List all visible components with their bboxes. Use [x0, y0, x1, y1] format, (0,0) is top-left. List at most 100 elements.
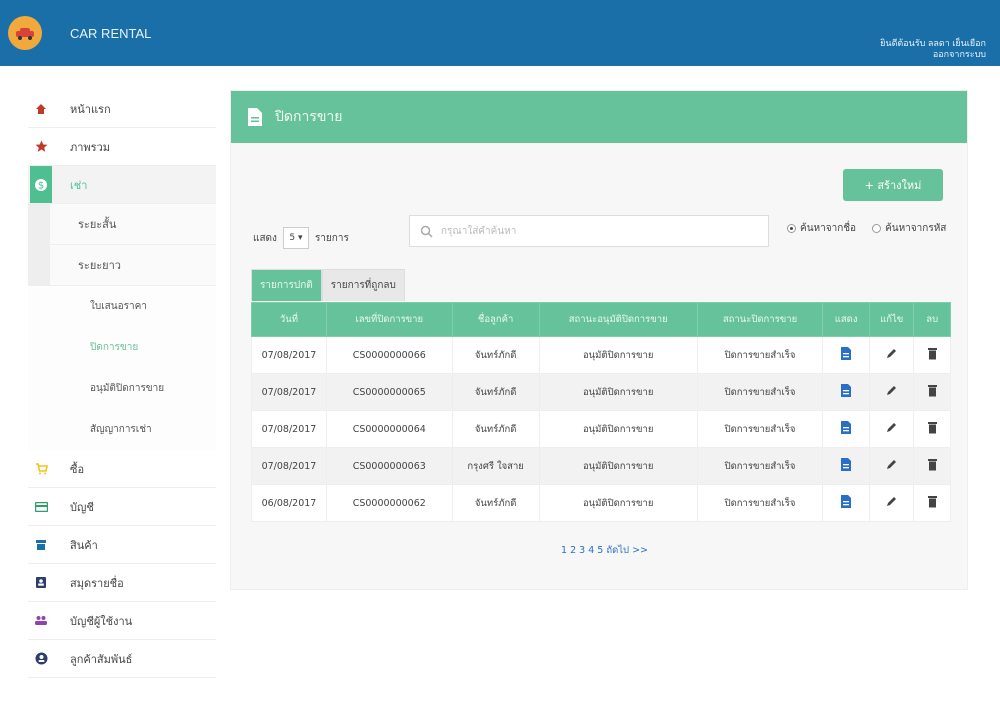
radio-label: ค้นหาจากรหัส: [885, 223, 947, 234]
logout-link[interactable]: ออกจากระบบ: [880, 49, 986, 60]
col-sale-status[interactable]: สถานะปิดการขาย: [696, 302, 824, 337]
pagination[interactable]: 1 2 3 4 5 ถัดไป >>: [561, 543, 648, 558]
cell-approve-status: อนุมัติปิดการขาย: [538, 336, 698, 374]
list-tabs: รายการปกติ รายการที่ถูกลบ: [251, 269, 405, 301]
sidebar-subitem-close-sale[interactable]: ปิดการขาย: [28, 327, 216, 368]
tab-normal[interactable]: รายการปกติ: [251, 269, 322, 301]
sidebar-subitem-short-term[interactable]: ระยะสั้น: [28, 204, 216, 245]
view-document-icon[interactable]: [822, 484, 870, 522]
cell-date: 07/08/2017: [251, 410, 327, 448]
cell-sale-status: ปิดการขายสำเร็จ: [696, 373, 824, 411]
col-sale-no[interactable]: เลขที่ปิดการขาย: [325, 302, 453, 337]
sidebar-subitem-rental-contract[interactable]: สัญญาการเช่า: [28, 409, 216, 450]
cell-customer: จันทร์ภักดี: [451, 410, 540, 448]
sidebar-item-label: หน้าแรก: [70, 103, 111, 116]
cell-approve-status: อนุมัติปิดการขาย: [538, 447, 698, 485]
table-row: 07/08/2017 CS0000000064 จันทร์ภักดี อนุม…: [251, 410, 951, 448]
col-customer[interactable]: ชื่อลูกค้า: [451, 302, 540, 337]
radio-search-by-name[interactable]: ค้นหาจากชื่อ: [787, 221, 856, 236]
radio-dot: [787, 224, 796, 233]
table-row: 06/08/2017 CS0000000062 จันทร์ภักดี อนุม…: [251, 484, 951, 522]
sidebar-item-label: บัญชี: [70, 501, 94, 514]
sidebar-item-label: เช่า: [70, 179, 88, 192]
create-new-button[interactable]: + สร้างใหม่: [843, 169, 943, 201]
welcome-text: ยินดีต้อนรับ ลลดา เย็นเยือก: [880, 38, 986, 48]
col-edit: แก้ไข: [868, 302, 915, 337]
cell-customer: จันทร์ภักดี: [451, 373, 540, 411]
cell-approve-status: อนุมัติปิดการขาย: [538, 410, 698, 448]
subitem-label: อนุมัติปิดการขาย: [90, 383, 165, 394]
sidebar-item-users[interactable]: บัญชีผู้ใช้งาน: [28, 602, 216, 640]
cell-customer: จันทร์ภักดี: [451, 484, 540, 522]
sidebar: หน้าแรก ภาพรวม $ เช่า ระยะสั้น ระยะยาว ใ…: [28, 90, 216, 678]
page-title: ปิดการขาย: [275, 108, 343, 124]
sidebar-item-home[interactable]: หน้าแรก: [28, 90, 216, 128]
edit-pencil-icon[interactable]: [868, 373, 915, 411]
search-input[interactable]: กรุณาใส่คำค้นหา: [409, 215, 769, 247]
user-welcome: ยินดีต้อนรับ ลลดา เย็นเยือก ออกจากระบบ: [880, 38, 986, 60]
edit-pencil-icon[interactable]: [868, 484, 915, 522]
cell-sale-no: CS0000000062: [325, 484, 453, 522]
sidebar-item-label: บัญชีผู้ใช้งาน: [70, 615, 133, 628]
delete-trash-icon[interactable]: [913, 484, 951, 522]
cell-date: 07/08/2017: [251, 336, 327, 374]
col-show: แสดง: [822, 302, 870, 337]
sidebar-subitem-quotation[interactable]: ใบเสนอราคา: [28, 286, 216, 327]
search-mode: ค้นหาจากชื่อ ค้นหาจากรหัส: [787, 221, 946, 236]
delete-trash-icon[interactable]: [913, 336, 951, 374]
cell-customer: กรุงศรี ใจสาย: [451, 447, 540, 485]
delete-trash-icon[interactable]: [913, 410, 951, 448]
show-suffix: รายการ: [314, 232, 349, 244]
cell-sale-status: ปิดการขายสำเร็จ: [696, 484, 824, 522]
radio-label: ค้นหาจากชื่อ: [800, 223, 857, 234]
sidebar-item-overview[interactable]: ภาพรวม: [28, 128, 216, 166]
sidebar-item-buy[interactable]: ซื้อ: [28, 450, 216, 488]
sidebar-item-contacts[interactable]: สมุดรายชื่อ: [28, 564, 216, 602]
col-approve-status[interactable]: สถานะอนุมัติปิดการขาย: [538, 302, 698, 337]
edit-pencil-icon[interactable]: [868, 447, 915, 485]
cell-sale-no: CS0000000065: [325, 373, 453, 411]
view-document-icon[interactable]: [822, 447, 870, 485]
cell-sale-no: CS0000000066: [325, 336, 453, 374]
document-icon: [248, 108, 262, 126]
edit-pencil-icon[interactable]: [868, 410, 915, 448]
delete-trash-icon[interactable]: [913, 447, 951, 485]
sidebar-item-crm[interactable]: ลูกค้าสัมพันธ์: [28, 640, 216, 678]
col-date[interactable]: วันที่: [251, 302, 327, 337]
panel-header: ปิดการขาย: [231, 91, 967, 143]
top-bar: CAR RENTAL ยินดีต้อนรับ ลลดา เย็นเยือก อ…: [0, 0, 1000, 66]
radio-dot: [872, 224, 882, 233]
radio-search-by-code[interactable]: ค้นหาจากรหัส: [872, 221, 946, 236]
subitem-label: ระยะยาว: [78, 259, 121, 272]
chevron-down-icon: ▾: [297, 233, 303, 243]
page-size-select[interactable]: 5 ▾: [282, 227, 309, 249]
cell-sale-no: CS0000000063: [325, 447, 453, 485]
sidebar-subitem-approve-sale[interactable]: อนุมัติปิดการขาย: [28, 368, 216, 409]
app-name: CAR RENTAL: [70, 26, 152, 41]
view-document-icon[interactable]: [822, 410, 870, 448]
cell-sale-no: CS0000000064: [325, 410, 453, 448]
col-delete: ลบ: [913, 302, 951, 337]
sidebar-item-label: ภาพรวม: [70, 141, 111, 154]
sidebar-item-label: ซื้อ: [70, 463, 85, 476]
sidebar-item-rent[interactable]: $ เช่า: [28, 166, 216, 204]
contact-book-icon: [30, 564, 52, 601]
delete-trash-icon[interactable]: [913, 373, 951, 411]
view-document-icon[interactable]: [822, 373, 870, 411]
sidebar-item-products[interactable]: สินค้า: [28, 526, 216, 564]
sidebar-item-label: สมุดรายชื่อ: [70, 577, 124, 590]
table-header-row: วันที่ เลขที่ปิดการขาย ชื่อลูกค้า สถานะอ…: [251, 302, 951, 337]
sidebar-item-account[interactable]: บัญชี: [28, 488, 216, 526]
tab-deleted[interactable]: รายการที่ถูกลบ: [321, 269, 405, 301]
view-document-icon[interactable]: [822, 336, 870, 374]
cell-approve-status: อนุมัติปิดการขาย: [538, 373, 698, 411]
card-icon: [30, 488, 52, 525]
star-icon: [30, 128, 52, 165]
page-size-value: 5: [289, 233, 296, 243]
table-row: 07/08/2017 CS0000000066 จันทร์ภักดี อนุม…: [251, 336, 951, 374]
cart-icon: [30, 450, 52, 487]
subitem-label: ระยะสั้น: [78, 218, 117, 231]
sidebar-subitem-long-term[interactable]: ระยะยาว: [28, 245, 216, 286]
edit-pencil-icon[interactable]: [868, 336, 915, 374]
cell-date: 06/08/2017: [251, 484, 327, 522]
